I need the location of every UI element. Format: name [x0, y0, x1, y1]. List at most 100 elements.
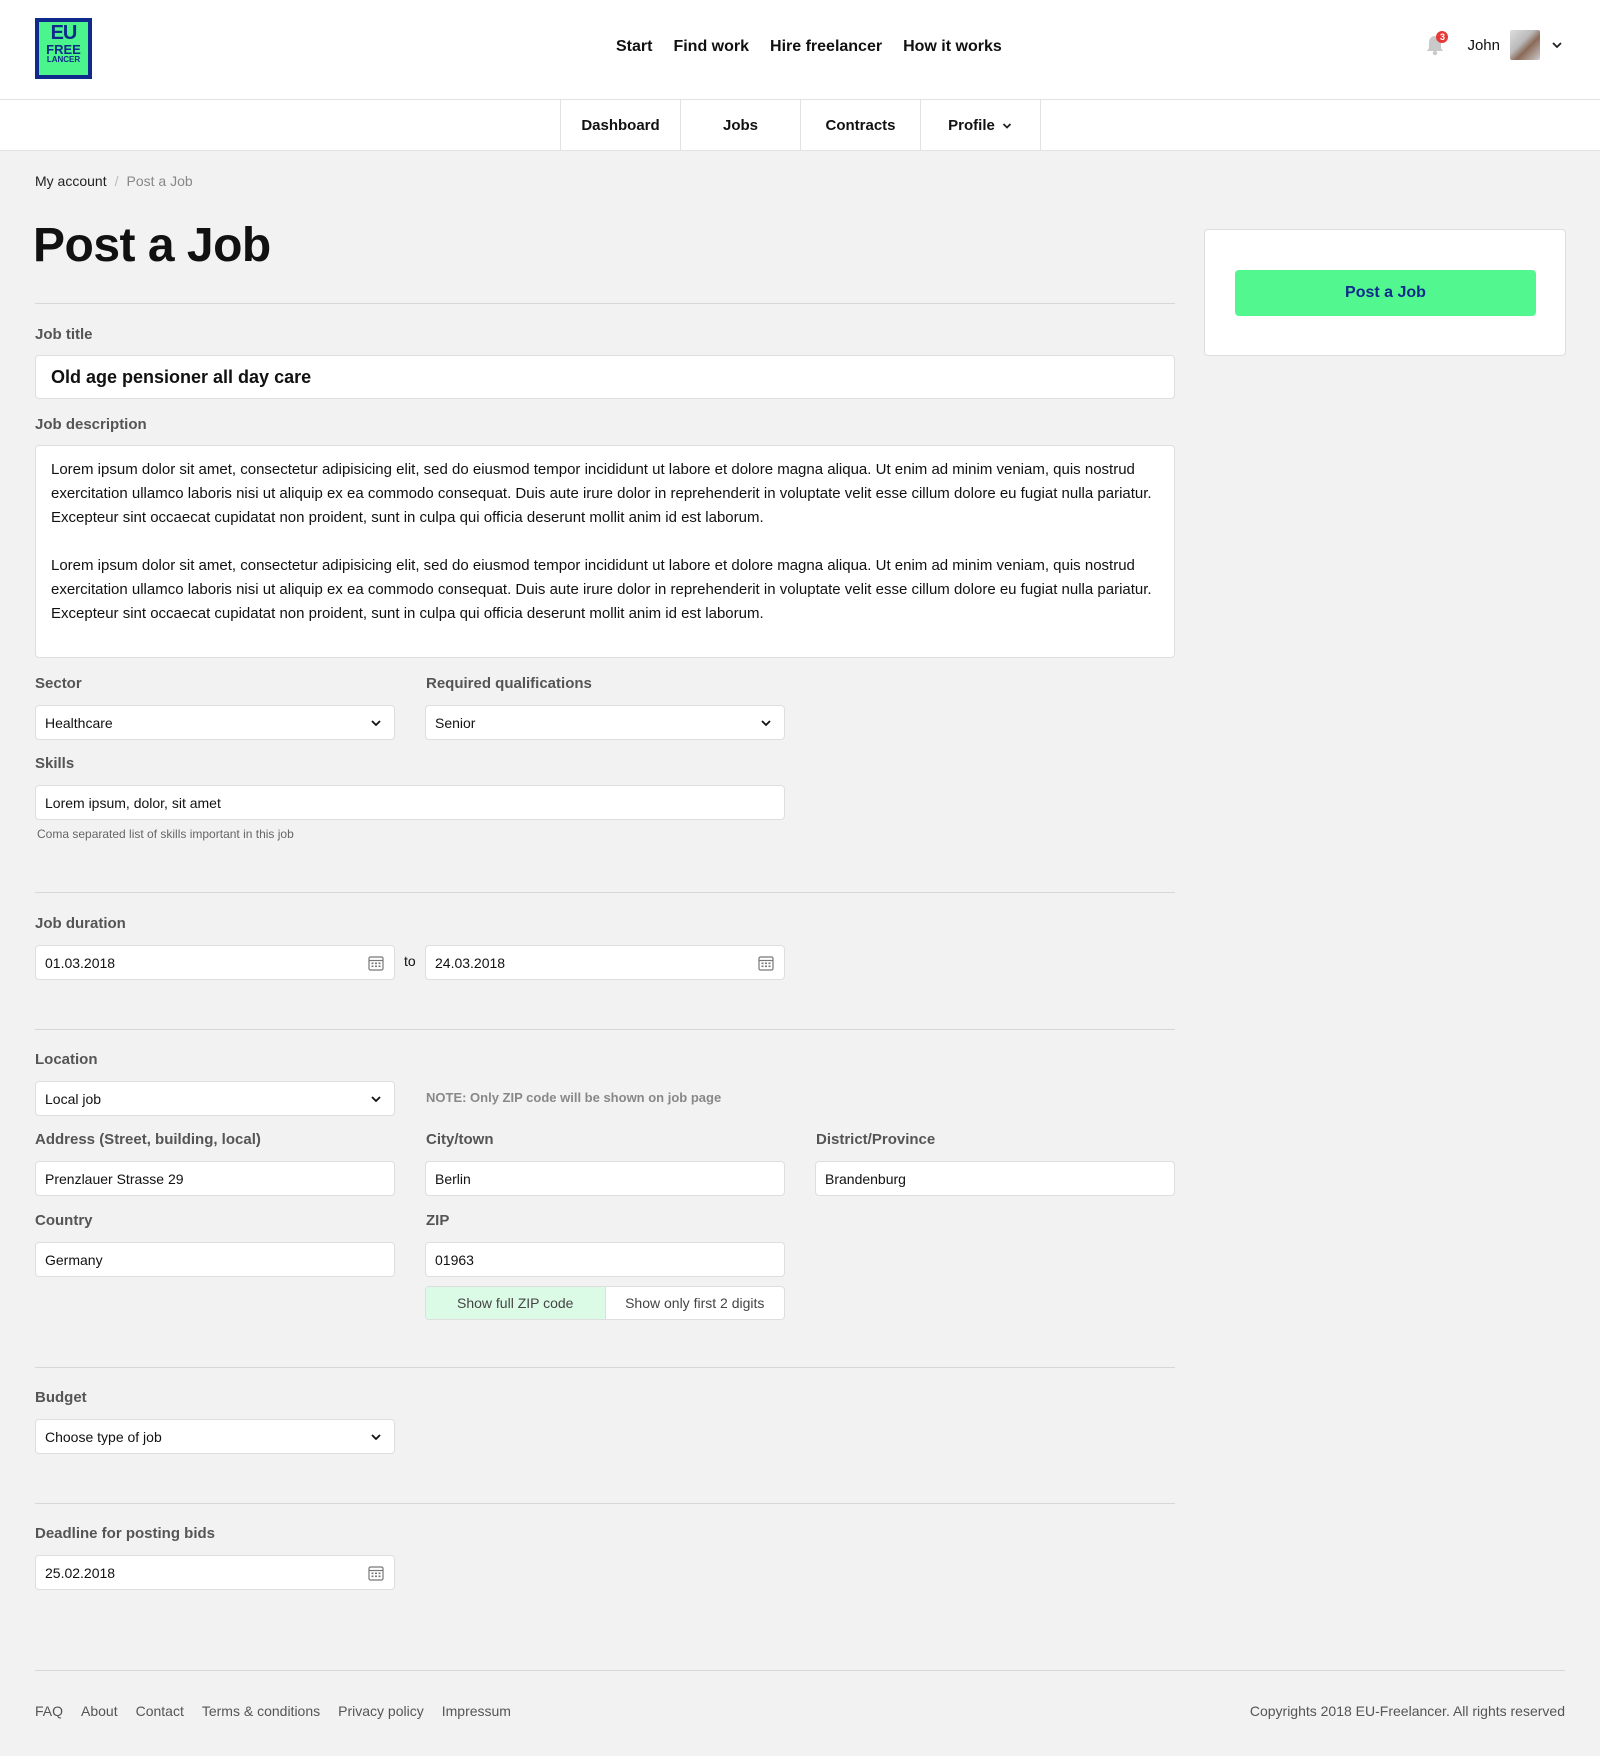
deadline-value: 25.02.2018 — [45, 1564, 116, 1581]
chevron-down-icon — [371, 719, 381, 726]
skills-input[interactable]: Lorem ipsum, dolor, sit amet — [35, 785, 785, 820]
zip-input[interactable]: 01963 — [425, 1242, 785, 1277]
calendar-icon[interactable] — [367, 954, 385, 972]
divider — [35, 303, 1175, 304]
breadcrumb-my-account[interactable]: My account — [35, 173, 107, 189]
city-label: City/town — [426, 1131, 494, 1148]
city-value: Berlin — [435, 1170, 471, 1187]
footer-link-impressum[interactable]: Impressum — [442, 1703, 511, 1719]
sub-nav: Dashboard Jobs Contracts Profile — [0, 100, 1600, 151]
district-input[interactable]: Brandenburg — [815, 1161, 1175, 1196]
zip-label: ZIP — [426, 1212, 450, 1229]
tab-contracts[interactable]: Contracts — [801, 100, 921, 151]
job-description-label: Job description — [35, 416, 147, 433]
page-title: Post a Job — [33, 219, 271, 272]
qualifications-label: Required qualifications — [426, 675, 592, 692]
breadcrumb: My account / Post a Job — [35, 173, 193, 189]
tab-profile[interactable]: Profile — [921, 100, 1041, 151]
address-input[interactable]: Prenzlauer Strasse 29 — [35, 1161, 395, 1196]
country-label: Country — [35, 1212, 93, 1229]
calendar-icon[interactable] — [367, 1564, 385, 1582]
tab-profile-label: Profile — [948, 117, 995, 134]
footer-links: FAQ About Contact Terms & conditions Pri… — [35, 1703, 511, 1719]
chevron-down-icon — [371, 1433, 381, 1440]
duration-start-date-input[interactable]: 01.03.2018 — [35, 945, 395, 980]
post-job-button[interactable]: Post a Job — [1235, 270, 1536, 316]
notification-bell-icon[interactable]: 3 — [1425, 31, 1449, 56]
budget-label: Budget — [35, 1389, 87, 1406]
job-title-input[interactable]: Old age pensioner all day care — [35, 355, 1175, 399]
description-paragraph-2: Lorem ipsum dolor sit amet, consectetur … — [51, 557, 1152, 622]
nav-find-work[interactable]: Find work — [673, 38, 749, 56]
footer-link-about[interactable]: About — [81, 1703, 118, 1719]
logo-line-3: LANCER — [46, 55, 81, 64]
country-value: Germany — [45, 1251, 103, 1268]
duration-start-value: 01.03.2018 — [45, 954, 116, 971]
location-value: Local job — [45, 1090, 102, 1107]
city-input[interactable]: Berlin — [425, 1161, 785, 1196]
user-name[interactable]: John — [1467, 37, 1500, 54]
post-job-sidebar-card: Post a Job — [1204, 229, 1566, 356]
skills-hint: Coma separated list of skills important … — [37, 827, 294, 841]
user-avatar[interactable] — [1510, 30, 1540, 60]
deadline-date-input[interactable]: 25.02.2018 — [35, 1555, 395, 1590]
address-label: Address (Street, building, local) — [35, 1131, 261, 1148]
tab-dashboard-label: Dashboard — [581, 117, 660, 134]
tab-dashboard[interactable]: Dashboard — [561, 100, 681, 151]
sector-label: Sector — [35, 675, 82, 692]
chevron-down-icon[interactable] — [1550, 38, 1564, 52]
logo-line-1: EU — [50, 22, 78, 44]
nav-how-it-works[interactable]: How it works — [903, 38, 1002, 56]
footer-link-terms[interactable]: Terms & conditions — [202, 1703, 320, 1719]
qualifications-select[interactable]: Senior — [425, 705, 785, 740]
breadcrumb-current: Post a Job — [126, 173, 193, 189]
duration-end-value: 24.03.2018 — [435, 954, 506, 971]
zip-visibility-toggle: Show full ZIP code Show only first 2 dig… — [425, 1286, 785, 1320]
sector-value: Healthcare — [45, 714, 113, 731]
divider — [35, 1367, 1175, 1368]
footer-link-privacy[interactable]: Privacy policy — [338, 1703, 424, 1719]
qualifications-value: Senior — [435, 714, 476, 731]
tab-jobs-label: Jobs — [722, 117, 758, 134]
divider — [35, 1503, 1175, 1504]
main-nav: Start Find work Hire freelancer How it w… — [616, 38, 1002, 56]
description-paragraph-1: Lorem ipsum dolor sit amet, consectetur … — [51, 461, 1152, 526]
footer-divider — [35, 1670, 1565, 1671]
duration-to-word: to — [404, 953, 416, 969]
location-note: NOTE: Only ZIP code will be shown on job… — [426, 1090, 722, 1105]
top-bar: EU FREE LANCER Start Find work Hire free… — [0, 0, 1600, 100]
location-label: Location — [35, 1051, 98, 1068]
job-duration-label: Job duration — [35, 915, 126, 932]
skills-value: Lorem ipsum, dolor, sit amet — [45, 794, 221, 811]
chevron-down-icon — [371, 1095, 381, 1102]
location-select[interactable]: Local job — [35, 1081, 395, 1116]
divider — [35, 1029, 1175, 1030]
footer-link-faq[interactable]: FAQ — [35, 1703, 63, 1719]
district-label: District/Province — [816, 1131, 936, 1148]
zip-value: 01963 — [435, 1251, 474, 1268]
divider — [35, 892, 1175, 893]
duration-end-date-input[interactable]: 24.03.2018 — [425, 945, 785, 980]
budget-type-value: Choose type of job — [45, 1428, 162, 1445]
skills-label: Skills — [35, 755, 75, 772]
footer-link-contact[interactable]: Contact — [136, 1703, 184, 1719]
notification-count-badge: 3 — [1436, 31, 1449, 43]
copyright-text: Copyrights 2018 EU-Freelancer. All right… — [1249, 1703, 1565, 1719]
user-menu: 3 John — [1425, 30, 1564, 60]
job-description-textarea[interactable]: Lorem ipsum dolor sit amet, consectetur … — [35, 445, 1175, 658]
district-value: Brandenburg — [825, 1170, 906, 1187]
tab-jobs[interactable]: Jobs — [681, 100, 801, 151]
budget-type-select[interactable]: Choose type of job — [35, 1419, 395, 1454]
show-full-zip-option[interactable]: Show full ZIP code — [426, 1287, 606, 1319]
country-input[interactable]: Germany — [35, 1242, 395, 1277]
sector-select[interactable]: Healthcare — [35, 705, 395, 740]
job-title-value: Old age pensioner all day care — [51, 366, 312, 387]
nav-hire-freelancer[interactable]: Hire freelancer — [770, 38, 882, 56]
eu-freelancer-logo[interactable]: EU FREE LANCER — [35, 18, 92, 79]
chevron-down-icon — [761, 719, 771, 726]
tab-contracts-label: Contracts — [825, 117, 896, 134]
nav-start[interactable]: Start — [616, 38, 652, 56]
show-first-2-digits-option[interactable]: Show only first 2 digits — [606, 1287, 785, 1319]
calendar-icon[interactable] — [757, 954, 775, 972]
breadcrumb-separator: / — [114, 173, 119, 189]
